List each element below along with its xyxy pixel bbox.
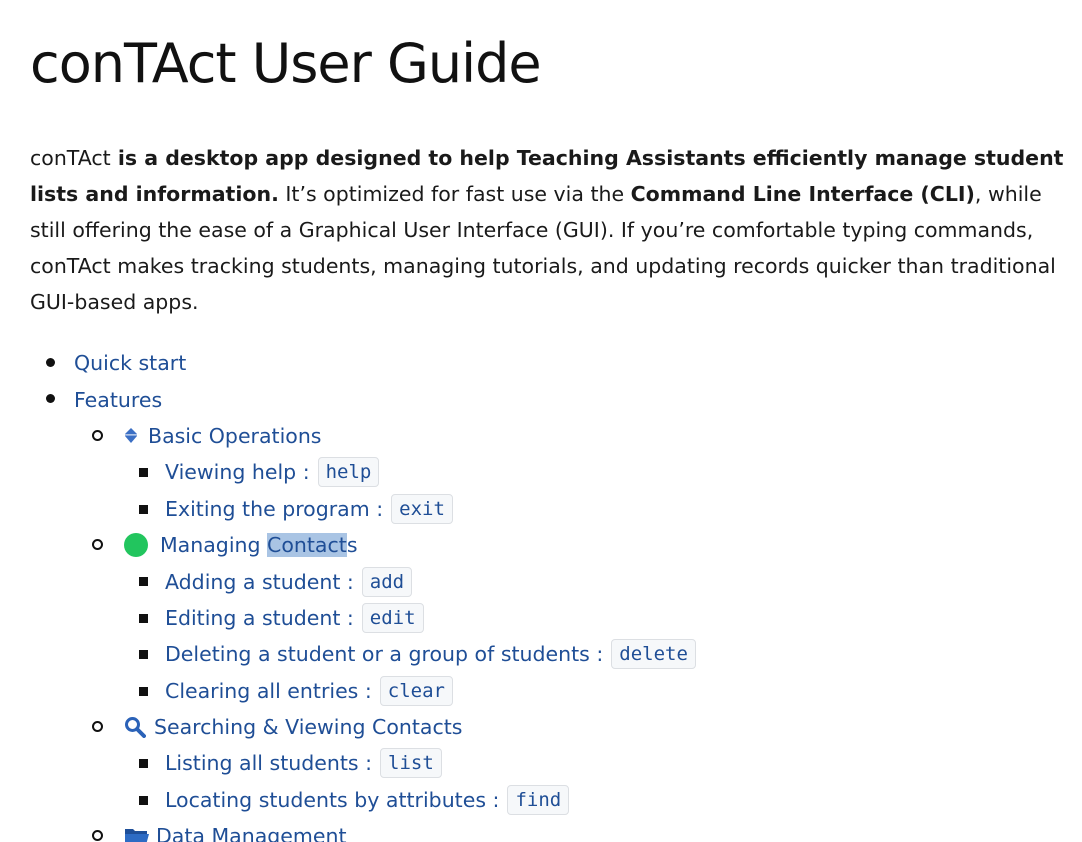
managing-label-b: s [346, 533, 358, 558]
bullet-square [139, 795, 148, 805]
link-clearing-entries[interactable]: Clearing all entries : [165, 679, 372, 703]
managing-contacts-list: Adding a student : add Editing a student… [30, 563, 1070, 709]
searching-list: Listing all students : list Locating stu… [30, 745, 1070, 818]
toc-item-delete: Deleting a student or a group of student… [30, 636, 1070, 672]
command-help: help [317, 457, 380, 488]
command-add: add [361, 566, 413, 597]
command-clear: clear [379, 675, 453, 706]
bullet-square [139, 759, 148, 769]
intro-paragraph: conTAct is a desktop app designed to hel… [30, 140, 1070, 320]
toc-item-basic-operations: Basic Operations Viewing help : help Exi… [30, 418, 1070, 527]
toc-item-features: Features Basic Operations Viewing help:… [30, 381, 1070, 842]
intro-bold-cli: Command Line Interface (CLI) [630, 182, 975, 206]
toc-item-clear: Clearing all entries : clear [30, 673, 1070, 709]
intro-text-1: It’s optimized for fast use via the [278, 182, 631, 206]
basic-operations-list: Viewing help : help Exiting the program … [30, 454, 1070, 527]
command-list: list [380, 748, 442, 779]
basic-operations-label: Basic Operations [148, 423, 322, 448]
link-locating-students[interactable]: Locating students by attributes : [165, 788, 499, 812]
link-quick-start[interactable]: Quick start [74, 351, 186, 375]
bullet-circle [92, 538, 103, 550]
command-find: find [507, 784, 570, 815]
link-searching-viewing[interactable]: Searching & Viewing Contacts [124, 715, 462, 739]
bullet-square [139, 650, 148, 660]
command-edit: edit [361, 602, 424, 633]
toc-item-managing-contacts: Managing Contact s Adding a student : add [30, 527, 1070, 709]
toc-item-find: Locating students by attributes : find [30, 782, 1070, 818]
bullet-circle [92, 429, 103, 441]
folder-icon [125, 829, 149, 842]
features-list: Basic Operations Viewing help : help Exi… [30, 418, 1070, 842]
link-basic-operations[interactable]: Basic Operations [124, 424, 322, 448]
command-delete: delete [611, 639, 696, 670]
searching-label: Searching & Viewing Contacts [154, 715, 463, 740]
command-exit: exit [391, 493, 453, 524]
link-features[interactable]: Features [74, 388, 162, 412]
toc-item-list: Listing all students : list [30, 745, 1070, 781]
bullet-square [139, 577, 148, 587]
link-listing-students[interactable]: Listing all students : [165, 751, 372, 775]
toc-item-edit: Editing a student : edit [30, 600, 1070, 636]
link-exiting-program[interactable]: Exiting the program : [165, 497, 383, 521]
magnifier-icon [125, 717, 146, 739]
bullet-circle [92, 720, 103, 732]
bullet-disc [46, 358, 55, 367]
toc-item-searching: Searching & Viewing Contacts Listing all… [30, 709, 1070, 818]
bullet-square [139, 468, 148, 478]
diamond-icon [125, 427, 137, 443]
bullet-square [139, 686, 148, 696]
bullet-circle [92, 830, 103, 842]
toc-item-exit: Exiting the program : exit [30, 491, 1070, 527]
link-viewing-help[interactable]: Viewing help : [165, 460, 310, 484]
managing-label-a: Managing [160, 533, 268, 558]
toc-item-data-management: Data Management [30, 818, 1070, 842]
link-deleting-student[interactable]: Deleting a student or a group of student… [165, 642, 603, 666]
bullet-disc [46, 394, 55, 404]
toc-item-quick-start: Quick start [30, 345, 1070, 381]
guide-page: conTAct User Guide conTAct is a desktop … [30, 0, 1070, 842]
toc-item-add: Adding a student : add [30, 563, 1070, 599]
link-data-management[interactable]: Data Management [124, 824, 347, 842]
toc-item-help: Viewing help : help [30, 454, 1070, 490]
green-circle-icon [124, 533, 148, 558]
bullet-square [139, 504, 148, 514]
link-managing-contacts[interactable]: Managing Contact s [124, 533, 358, 558]
selected-text-highlight: Contact [267, 533, 347, 558]
page-title: conTAct User Guide [30, 32, 542, 95]
data-management-label: Data Management [156, 824, 347, 842]
intro-app-name: conTAct [30, 146, 111, 170]
bullet-square [139, 613, 148, 623]
link-editing-student[interactable]: Editing a student : [165, 606, 354, 630]
table-of-contents: Quick start Features Basic Operations Vi… [30, 345, 1070, 842]
link-adding-student[interactable]: Adding a student : [165, 570, 354, 594]
